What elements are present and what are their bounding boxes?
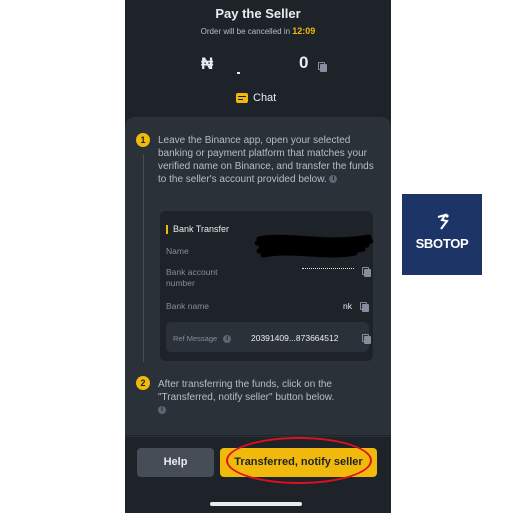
bank-name-value: nk	[343, 301, 352, 311]
name-label: Name	[166, 246, 189, 256]
logo-text: SBOTOP	[415, 236, 469, 251]
step-2-badge: 2	[136, 376, 150, 390]
chat-button[interactable]: Chat	[236, 90, 276, 106]
bank-method-label: Bank Transfer	[173, 224, 230, 234]
chat-icon	[236, 93, 248, 103]
info-icon[interactable]: i	[329, 175, 338, 184]
runner-icon	[437, 213, 449, 230]
step-connector-line	[143, 154, 144, 362]
bank-name-label: Bank name	[166, 301, 209, 311]
transferred-notify-seller-button[interactable]: Transferred, notify seller	[220, 448, 377, 477]
sbotop-logo: SBOTOP	[402, 194, 482, 275]
copy-icon[interactable]	[318, 62, 327, 72]
step-1-instructions: Leave the Binance app, open your selecte…	[158, 135, 374, 185]
ref-info-icon[interactable]: i	[223, 335, 232, 344]
amount-currency: ₦	[201, 54, 214, 73]
bank-method: Bank Transfer	[166, 224, 229, 234]
chat-label: Chat	[253, 92, 277, 104]
step-1-text: Leave the Binance app, open your selecte…	[158, 134, 374, 186]
copy-bank-name-icon[interactable]	[360, 302, 369, 312]
step-2-instructions: After transferring the funds, click on t…	[158, 379, 335, 403]
ref-message-label-text: Ref Message	[173, 334, 218, 343]
help-button[interactable]: Help	[137, 448, 214, 477]
step-1-badge: 1	[136, 133, 150, 147]
cancel-countdown: Order will be cancelled in 12:09	[125, 26, 391, 36]
step-2-info-icon[interactable]: i	[158, 406, 166, 415]
page-title: Pay the Seller	[215, 6, 301, 21]
countdown-prefix: Order will be cancelled in	[200, 27, 291, 36]
step-2-text: After transferring the funds, click on t…	[158, 378, 374, 417]
ref-message-value: 20391409...873664512	[251, 333, 339, 343]
ref-message-label: Ref Message i	[173, 334, 232, 344]
home-indicator	[210, 502, 302, 506]
account-number-redacted	[302, 268, 354, 270]
amount-redacted	[237, 72, 240, 74]
accent-bar	[166, 224, 168, 234]
copy-ref-icon[interactable]	[362, 334, 371, 344]
account-number-label: Bank account number	[166, 267, 218, 288]
copy-account-icon[interactable]	[362, 267, 371, 277]
redacted-scribble	[255, 234, 373, 258]
countdown-timer: 12:09	[292, 26, 316, 36]
amount-value: 0	[299, 53, 309, 72]
